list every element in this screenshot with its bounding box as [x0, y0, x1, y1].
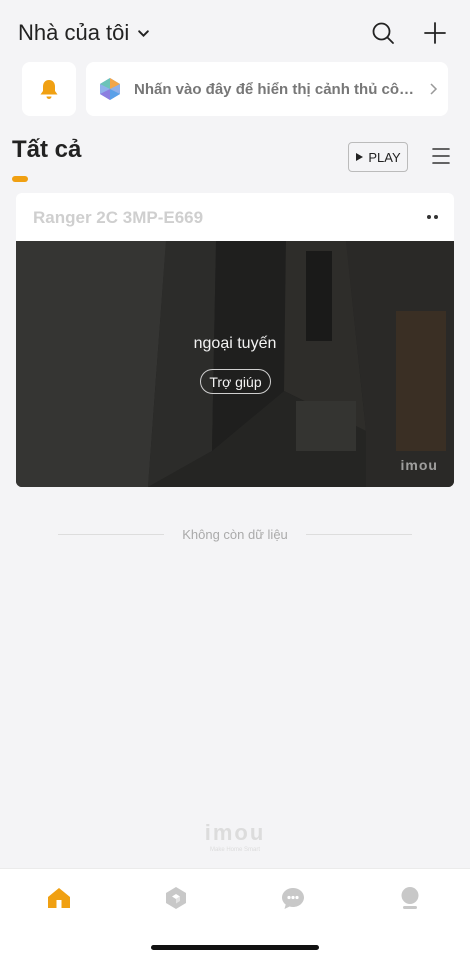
device-section-header: Tất cả PLAY [12, 136, 450, 184]
divider-left [58, 533, 165, 535]
device-card[interactable]: Ranger 2C 3MP-E669 ngoại tuyến Trợ giúp … [16, 193, 454, 487]
brand-name: imou [204, 820, 266, 845]
notification-row: Nhấn vào đây để hiển thị cảnh thủ công [22, 62, 448, 116]
help-button[interactable]: Trợ giúp [200, 369, 271, 394]
play-icon [356, 153, 364, 161]
camera-preview[interactable]: ngoại tuyến Trợ giúp imou [16, 241, 454, 487]
search-icon[interactable] [370, 20, 396, 46]
scene-tab-icon[interactable] [161, 883, 191, 913]
divider-right [305, 533, 412, 535]
tab-all[interactable]: Tất cả [12, 136, 81, 164]
bell-icon [40, 80, 58, 99]
offline-status: ngoại tuyến [193, 335, 277, 352]
home-title: Nhà của tôi [18, 20, 130, 45]
brand-logo: imou Make Home Smart [0, 820, 470, 853]
tab-active-indicator [12, 176, 28, 182]
manual-scene-text: Nhấn vào đây để hiển thị cảnh thủ công [134, 80, 416, 98]
bottom-tab-bar [0, 868, 470, 960]
home-selector[interactable]: Nhà của tôi [18, 20, 150, 46]
chevron-down-icon [138, 29, 150, 37]
home-icon[interactable] [44, 883, 74, 913]
no-more-data-text: Không còn dữ liệu [182, 526, 288, 542]
profile-icon[interactable] [395, 883, 425, 913]
plus-icon[interactable] [422, 20, 448, 46]
scene-icon [100, 78, 120, 100]
play-label: PLAY [368, 149, 401, 165]
home-indicator [151, 945, 319, 950]
chevron-right-icon [430, 83, 438, 95]
camera-snapshot [16, 241, 454, 487]
message-icon[interactable] [278, 883, 308, 913]
header: Nhà của tôi [18, 16, 448, 50]
play-button[interactable]: PLAY [348, 142, 408, 172]
list-end-indicator: Không còn dữ liệu [58, 526, 412, 542]
notification-button[interactable] [22, 62, 76, 116]
manual-scene-banner[interactable]: Nhấn vào đây để hiển thị cảnh thủ công [86, 62, 448, 116]
more-options-icon[interactable] [422, 207, 442, 227]
brand-tagline: Make Home Smart [209, 847, 260, 853]
device-name: Ranger 2C 3MP-E669 [33, 208, 204, 227]
camera-watermark: imou [400, 457, 438, 473]
list-menu-icon[interactable] [432, 146, 450, 166]
